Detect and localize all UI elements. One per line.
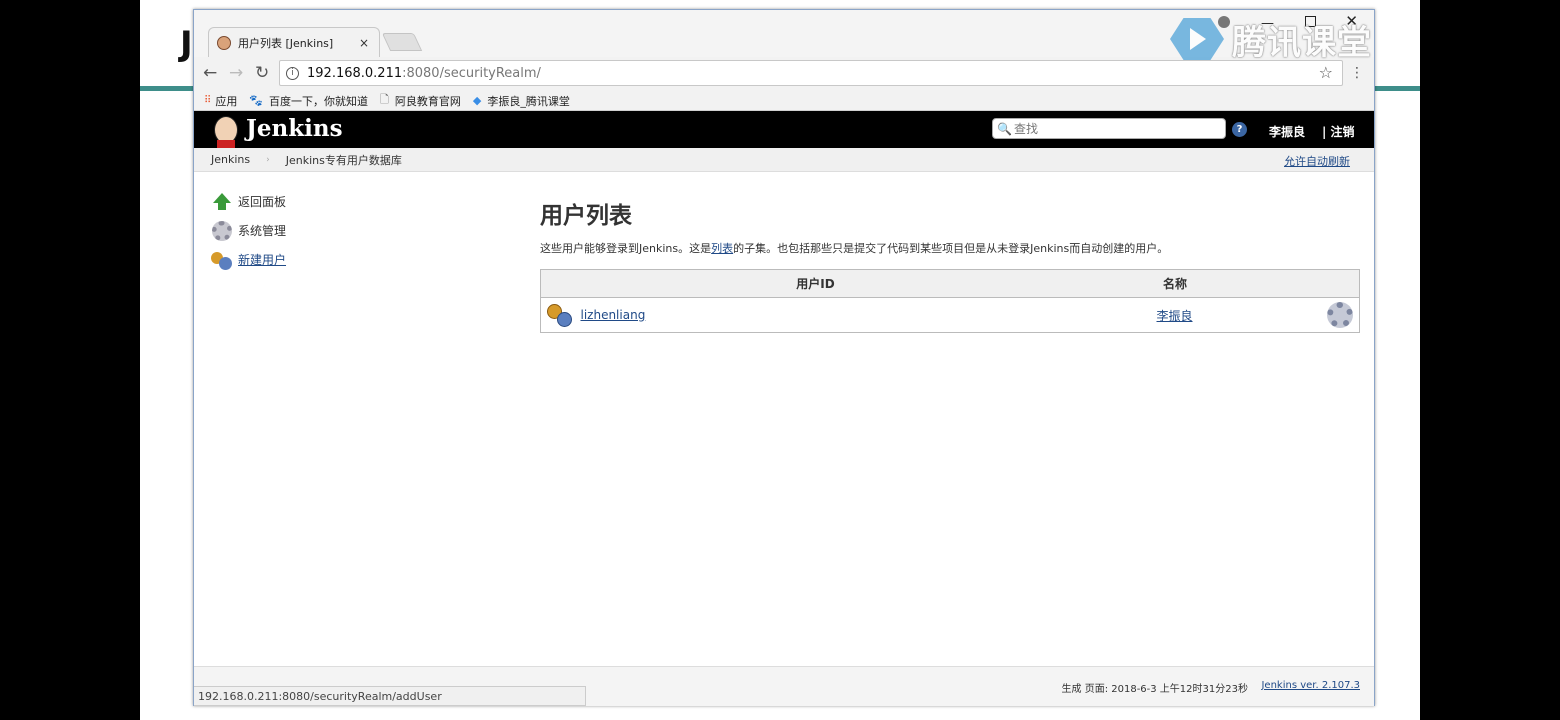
search-icon: 🔍	[997, 121, 1012, 136]
forward-arrow-icon[interactable]: →	[229, 63, 243, 83]
jenkins-butler-icon[interactable]	[211, 114, 241, 148]
status-bar-url: 192.168.0.211:8080/securityRealm/addUser	[194, 686, 586, 706]
table-row: lizhenliang 李振良	[541, 298, 1360, 333]
tab-user-list[interactable]: 用户列表 [Jenkins] ×	[208, 27, 380, 57]
list-link[interactable]: 列表	[711, 242, 733, 255]
page-icon: 🗋	[380, 93, 389, 106]
reload-icon[interactable]: ↻	[255, 63, 269, 83]
breadcrumb-jenkins[interactable]: Jenkins	[211, 153, 250, 166]
breadcrumb: Jenkins › Jenkins专有用户数据库 允许自动刷新	[194, 148, 1374, 172]
logout-link[interactable]: | 注销	[1322, 123, 1355, 140]
side-item-label: 返回面板	[238, 195, 287, 209]
enable-auto-refresh-link[interactable]: 允许自动刷新	[1284, 153, 1350, 169]
user-table: 用户ID 名称 lizhenliang 李振良	[540, 269, 1360, 333]
header-name: 名称	[1050, 269, 1300, 298]
browser-menu-icon[interactable]: ⋮	[1350, 65, 1364, 81]
bookmark-apps[interactable]: ⠿ 应用	[204, 93, 237, 109]
user-id-cell: lizhenliang	[581, 298, 1051, 333]
tencent-classroom-logo-icon	[1168, 14, 1226, 64]
user-icon	[547, 302, 573, 328]
jenkins-version-link[interactable]: Jenkins ver. 2.107.3	[1261, 680, 1360, 691]
new-tab-button[interactable]	[381, 33, 423, 51]
current-user-link[interactable]: 李振良	[1269, 123, 1305, 140]
jenkins-title[interactable]: Jenkins	[246, 115, 343, 142]
baidu-paw-icon: 🐾	[249, 94, 264, 107]
page-description: 这些用户能够登录到Jenkins。这是列表的子集。也包括那些只是提交了代码到某些…	[540, 242, 1169, 255]
breadcrumb-user-database[interactable]: Jenkins专有用户数据库	[286, 152, 402, 168]
header-user-id: 用户ID	[580, 269, 1051, 298]
tab-close-icon[interactable]: ×	[359, 36, 369, 50]
tencent-classroom-icon: ◆	[472, 94, 482, 107]
up-arrow-icon	[211, 191, 233, 213]
tab-title: 用户列表 [Jenkins]	[238, 36, 334, 50]
watermark-text: 腾讯课堂	[1232, 22, 1372, 63]
users-icon	[211, 249, 233, 271]
search-input[interactable]	[1013, 121, 1214, 136]
side-panel: 返回面板 系统管理 新建用户	[211, 187, 511, 274]
bookmark-aliang[interactable]: 🗋 阿良教育官网	[380, 91, 461, 110]
search-box[interactable]: 🔍	[992, 118, 1226, 139]
configure-gear-icon[interactable]	[1327, 302, 1353, 328]
breadcrumb-separator-icon: ›	[266, 154, 270, 165]
tencent-classroom-watermark: 腾讯课堂	[1168, 14, 1372, 64]
url-path: :8080/securityRealm/	[402, 65, 541, 81]
side-item-label: 新建用户	[238, 253, 287, 267]
side-item-back-to-dashboard[interactable]: 返回面板	[211, 187, 511, 216]
user-name-cell: 李振良	[1051, 298, 1300, 333]
side-item-create-user[interactable]: 新建用户	[211, 245, 511, 274]
bookmark-tencent[interactable]: ◆ 李振良_腾讯课堂	[473, 93, 570, 109]
back-arrow-icon[interactable]: ←	[203, 63, 217, 83]
bookmark-star-icon[interactable]: ☆	[1319, 63, 1333, 82]
side-item-label: 系统管理	[238, 224, 287, 238]
bookmark-baidu[interactable]: 🐾 百度一下，你就知道	[249, 93, 368, 109]
slide-letter: J	[180, 24, 193, 64]
header-icon	[540, 269, 581, 298]
bookmarks-bar: ⠿ 应用 🐾 百度一下，你就知道 🗋 阿良教育官网 ◆ 李振良_腾讯课堂	[194, 91, 1374, 111]
url-host: 192.168.0.211	[307, 65, 403, 81]
side-item-manage-jenkins[interactable]: 系统管理	[211, 216, 511, 245]
help-icon[interactable]: ?	[1232, 122, 1247, 137]
page-generated-timestamp: 生成 页面: 2018-6-3 上午12时31分23秒	[1061, 684, 1248, 695]
user-id-link[interactable]: lizhenliang	[581, 308, 646, 322]
apps-grid-icon: ⠿	[204, 95, 211, 106]
user-name-link[interactable]: 李振良	[1157, 309, 1193, 323]
jenkins-favicon-icon	[217, 35, 231, 50]
video-frame: J 用户列表 [Jenkins] × — ✕ ← → ↻ i 192.168.0…	[0, 0, 1560, 720]
browser-window: 用户列表 [Jenkins] × — ✕ ← → ↻ i 192.168.0.2…	[193, 9, 1375, 706]
row-icon-cell	[541, 298, 581, 333]
row-configure-cell	[1300, 298, 1360, 333]
header-actions	[1299, 269, 1360, 298]
page-title: 用户列表	[540, 203, 632, 229]
jenkins-header: Jenkins 🔍 ? 李振良 | 注销	[194, 111, 1374, 148]
info-icon[interactable]: i	[286, 66, 299, 80]
gear-icon	[211, 220, 233, 242]
main-panel: 用户列表 这些用户能够登录到Jenkins。这是列表的子集。也包括那些只是提交了…	[540, 190, 1360, 333]
table-header-row: 用户ID 名称	[540, 269, 1360, 298]
